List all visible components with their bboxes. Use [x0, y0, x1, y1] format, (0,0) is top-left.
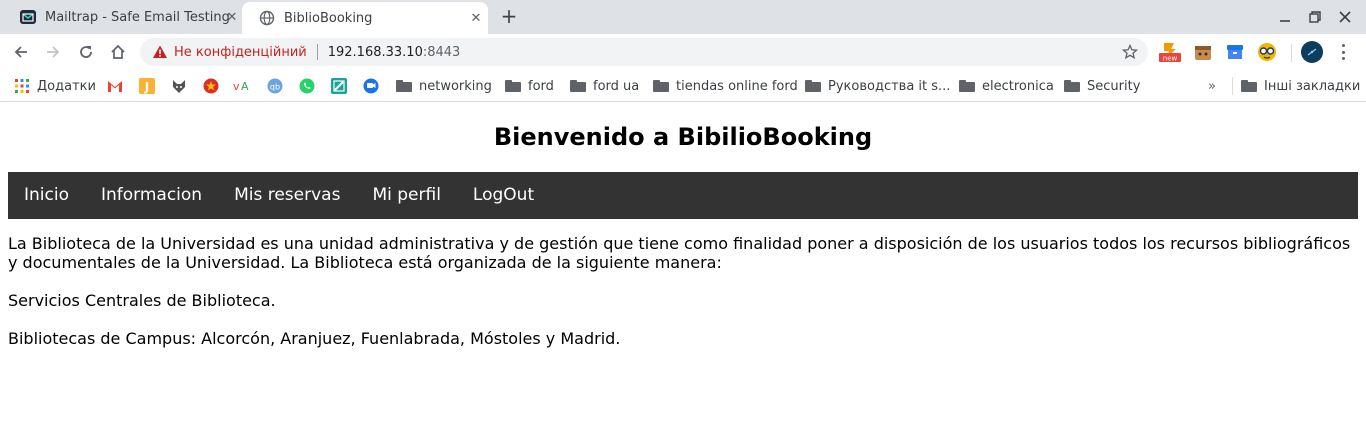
bookmark-folder[interactable]: Руководства it s... — [805, 77, 950, 95]
chat-icon[interactable] — [363, 78, 379, 94]
services-paragraph: Servicios Centrales de Biblioteca. — [8, 291, 276, 310]
site-navbar: Inicio Informacion Mis reservas Mi perfi… — [8, 172, 1358, 219]
restore-icon[interactable] — [1306, 8, 1324, 26]
close-tab-icon[interactable]: ✕ — [224, 9, 240, 25]
bookmark-folder-label: ford ua — [593, 78, 640, 94]
tab-bibliobooking[interactable]: BiblioBooking ✕ — [242, 2, 488, 34]
tab-title: BiblioBooking — [284, 10, 373, 26]
browser-toolbar: Не конфіденційний 192.168.33.10:8443 new — [0, 34, 1366, 70]
svg-text:new: new — [1163, 55, 1178, 63]
address-bar[interactable]: Не конфіденційний 192.168.33.10:8443 — [140, 38, 1148, 66]
folder-icon — [1241, 78, 1257, 94]
web-page: Bienvenido a BibilioBooking Inicio Infor… — [0, 103, 1366, 431]
page-content: La Biblioteca de la Universidad es una u… — [8, 234, 1358, 367]
va-icon[interactable]: vA — [233, 78, 253, 94]
forward-arrow-icon[interactable] — [41, 40, 65, 64]
folder-icon — [1064, 78, 1080, 94]
gift-extension-icon[interactable] — [1192, 41, 1214, 63]
svg-text:A: A — [241, 80, 249, 93]
globe-icon — [259, 10, 275, 26]
url-port[interactable]: :8443 — [423, 45, 460, 60]
minimize-icon[interactable] — [1276, 8, 1294, 26]
qb-icon[interactable]: qb — [267, 78, 283, 94]
toolbar-separator — [1291, 44, 1292, 62]
bookmark-folder-label: ford — [528, 78, 554, 94]
campus-paragraph: Bibliotecas de Campus: Alcorcón, Aranjue… — [8, 329, 621, 348]
bookmark-folder[interactable]: electronica — [959, 77, 1054, 95]
new-tab-button[interactable]: + — [500, 6, 518, 26]
folder-icon — [570, 78, 586, 94]
bookmark-label: Додатки — [37, 78, 96, 94]
close-window-icon[interactable] — [1336, 8, 1354, 26]
tab-strip: Mailtrap - Safe Email Testing ✕ BiblioBo… — [0, 0, 1366, 34]
nav-link-mi-perfil[interactable]: Mi perfil — [356, 172, 456, 219]
folder-icon — [505, 78, 521, 94]
bookmark-folder-label: Security — [1087, 78, 1141, 94]
browser-menu-icon[interactable] — [1340, 44, 1346, 60]
back-arrow-icon[interactable] — [9, 40, 33, 64]
glasses-extension-icon[interactable] — [1256, 41, 1278, 63]
bookmark-star-icon[interactable] — [1122, 44, 1138, 60]
whatsapp-icon[interactable] — [299, 78, 315, 94]
other-bookmarks-label: Інші закладки — [1264, 78, 1361, 94]
bookmarks-divider — [1232, 77, 1233, 95]
folder-icon — [805, 78, 821, 94]
folder-icon — [959, 78, 975, 94]
star-badge-icon[interactable] — [203, 78, 219, 94]
url-host[interactable]: 192.168.33.10 — [328, 45, 423, 60]
tab-title: Mailtrap - Safe Email Testing — [45, 9, 230, 25]
svg-text:qb: qb — [270, 83, 280, 92]
home-icon[interactable] — [106, 40, 130, 64]
tab-mailtrap[interactable]: Mailtrap - Safe Email Testing ✕ — [0, 0, 249, 34]
fox-icon[interactable] — [171, 78, 187, 94]
bookmark-folder[interactable]: tiendas online ford — [653, 77, 798, 95]
bookmark-folder-label: Руководства it s... — [828, 78, 951, 94]
green-app-icon[interactable] — [331, 78, 347, 94]
folder-icon — [396, 78, 412, 94]
address-divider — [316, 44, 318, 60]
svg-text:J: J — [144, 80, 149, 94]
nav-link-inicio[interactable]: Inicio — [8, 172, 85, 219]
bookmark-folder[interactable]: Security — [1064, 77, 1140, 95]
bookmarks-overflow-chevron-icon[interactable]: » — [1208, 77, 1216, 95]
close-tab-icon[interactable]: ✕ — [468, 10, 484, 26]
reload-icon[interactable] — [74, 40, 98, 64]
bookmark-folder[interactable]: ford — [505, 77, 554, 95]
nav-link-mis-reservas[interactable]: Mis reservas — [218, 172, 356, 219]
svg-text:v: v — [233, 80, 240, 93]
blue-box-extension-icon[interactable] — [1224, 41, 1246, 63]
apps-grid-icon — [14, 78, 30, 94]
bookmark-folder[interactable]: networking — [396, 77, 492, 95]
intro-paragraph: La Biblioteca de la Universidad es una u… — [8, 234, 1351, 272]
nav-link-logout[interactable]: LogOut — [457, 172, 550, 219]
bookmarks-bar: Додатки J vA qb networking ford ford ua … — [0, 70, 1366, 102]
other-bookmarks[interactable]: Інші закладки — [1241, 77, 1360, 95]
bookmark-folder-label: electronica — [982, 78, 1054, 94]
warning-triangle-icon[interactable] — [152, 44, 168, 60]
not-secure-label[interactable]: Не конфіденційний — [174, 45, 307, 60]
folder-icon — [653, 78, 669, 94]
nav-link-informacion[interactable]: Informacion — [85, 172, 218, 219]
mailtrap-icon — [20, 9, 36, 25]
gmail-icon[interactable] — [107, 78, 123, 94]
profile-avatar-icon[interactable] — [1301, 41, 1323, 63]
bookmark-folder-label: tiendas online ford — [676, 78, 798, 94]
bookmark-folder-label: networking — [419, 78, 492, 94]
bookmark-folder[interactable]: ford ua — [570, 77, 639, 95]
page-title: Bienvenido a BibilioBooking — [493, 123, 873, 151]
j-icon[interactable]: J — [139, 78, 155, 94]
new-badge-extension-icon[interactable]: new — [1159, 41, 1181, 63]
bookmark-apps[interactable]: Додатки — [14, 77, 96, 95]
